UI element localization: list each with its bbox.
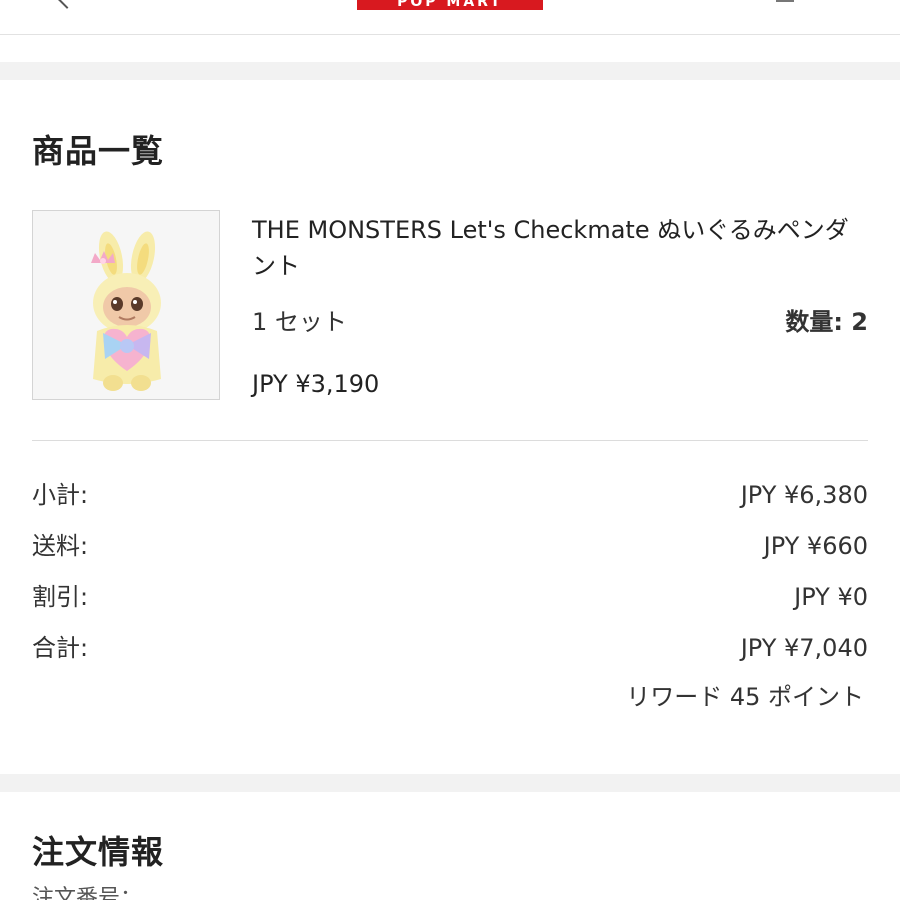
shipping-row: 送料: JPY ¥660 bbox=[32, 529, 868, 563]
divider bbox=[32, 440, 868, 441]
reward-points: リワード 45 ポイント bbox=[626, 683, 864, 711]
top-header: POP MART bbox=[0, 0, 900, 35]
product-quantity: 数量: 2 bbox=[785, 308, 868, 336]
monster-doll-image bbox=[33, 211, 219, 399]
shipping-label: 送料: bbox=[32, 532, 89, 560]
order-number-label: 注文番号： bbox=[32, 886, 143, 900]
shipping-value: JPY ¥660 bbox=[763, 532, 868, 560]
subtotal-label: 小計: bbox=[32, 481, 89, 509]
subtotal-value: JPY ¥6,380 bbox=[740, 481, 868, 509]
brand-logo[interactable]: POP MART bbox=[357, 0, 543, 10]
product-variant: 1 セット bbox=[252, 308, 347, 336]
subtotal-row: 小計: JPY ¥6,380 bbox=[32, 478, 868, 512]
total-row: 合計: JPY ¥7,040 bbox=[32, 631, 868, 665]
total-value: JPY ¥7,040 bbox=[740, 634, 868, 662]
product-price: JPY ¥3,190 bbox=[252, 370, 380, 398]
order-detail-page: POP MART 商品一覧 THE MONSTERS Let's Checkma… bbox=[0, 0, 900, 900]
back-arrow-icon[interactable] bbox=[57, 0, 77, 9]
section-separator bbox=[0, 62, 900, 80]
order-info-section-title: 注文情報 bbox=[32, 833, 165, 871]
product-name[interactable]: THE MONSTERS Let's Checkmate ぬいぐるみペンダント bbox=[252, 212, 872, 284]
total-label: 合計: bbox=[32, 634, 89, 662]
menu-icon[interactable] bbox=[776, 0, 794, 2]
discount-value: JPY ¥0 bbox=[794, 583, 868, 611]
discount-row: 割引: JPY ¥0 bbox=[32, 580, 868, 614]
product-image[interactable] bbox=[32, 210, 220, 400]
discount-label: 割引: bbox=[32, 583, 89, 611]
products-section-title: 商品一覧 bbox=[32, 132, 165, 170]
section-separator bbox=[0, 774, 900, 792]
